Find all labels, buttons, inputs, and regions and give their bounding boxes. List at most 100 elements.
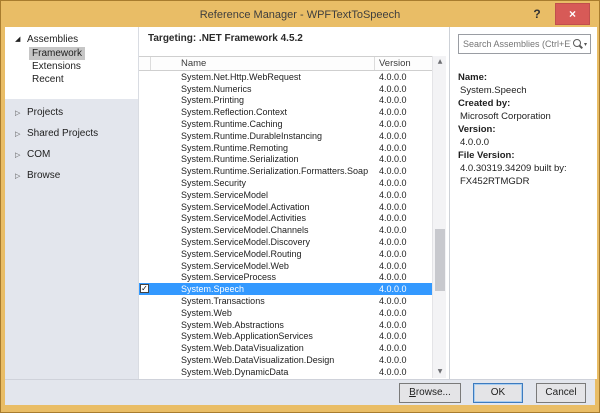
assembly-name: System.Runtime.Caching bbox=[181, 119, 283, 130]
sidebar-item-browse[interactable]: ▷ Browse bbox=[5, 165, 138, 186]
table-row[interactable]: System.Transactions 4.0.0.0 bbox=[139, 295, 432, 307]
header-name-column[interactable]: Name bbox=[151, 57, 375, 70]
table-row[interactable]: System.ServiceModel 4.0.0.0 bbox=[139, 189, 432, 201]
table-row[interactable]: System.Security 4.0.0.0 bbox=[139, 177, 432, 189]
table-row[interactable]: System.ServiceModel.Discovery 4.0.0.0 bbox=[139, 236, 432, 248]
table-row[interactable]: System.Runtime.DurableInstancing 4.0.0.0 bbox=[139, 130, 432, 142]
row-checkbox-cell bbox=[139, 130, 151, 142]
search-input[interactable] bbox=[459, 39, 571, 49]
table-row[interactable]: System.Web.Abstractions 4.0.0.0 bbox=[139, 319, 432, 331]
scroll-up-icon[interactable]: ▲ bbox=[433, 56, 447, 68]
detail-value: 4.0.30319.34209 built by: FX452RTMGDR bbox=[460, 163, 567, 187]
table-row[interactable]: System.Web.DataVisualization.Design 4.0.0… bbox=[139, 354, 432, 366]
table-row[interactable]: System.Runtime.Serialization 4.0.0.0 bbox=[139, 154, 432, 166]
table-row[interactable]: System.Web 4.0.0.0 bbox=[139, 307, 432, 319]
assembly-checkbox[interactable]: ✓ bbox=[140, 284, 149, 294]
table-row[interactable]: System.Web.ApplicationServices 4.0.0.0 bbox=[139, 331, 432, 343]
assembly-name: System.Web.DataVisualization bbox=[181, 343, 304, 354]
row-checkbox-cell: ✓ bbox=[139, 283, 151, 295]
chevron-collapsed-icon[interactable]: ▷ bbox=[15, 109, 27, 117]
table-row[interactable]: System.Web.DataVisualization 4.0.0.0 bbox=[139, 342, 432, 354]
chevron-expanded-icon[interactable]: ◢ bbox=[15, 35, 27, 43]
assembly-version: 4.0.0.0 bbox=[379, 95, 407, 106]
assembly-version: 4.0.0.0 bbox=[379, 154, 407, 165]
sidebar-item-com[interactable]: ▷ COM bbox=[5, 144, 138, 165]
search-icon[interactable] bbox=[571, 38, 583, 50]
sidebar-item-extensions[interactable]: Extensions bbox=[29, 60, 138, 73]
table-row[interactable]: System.ServiceModel.Channels 4.0.0.0 bbox=[139, 224, 432, 236]
table-row[interactable]: System.Net.Http.WebRequest 4.0.0.0 bbox=[139, 71, 432, 83]
assembly-version: 4.0.0.0 bbox=[379, 201, 407, 212]
sidebar-collapsed-list: ▷ Projects ▷ Shared Projects ▷ COM ▷ Browse bbox=[5, 102, 138, 186]
dialog-content: ◢ Assemblies Framework Extensions Recent ▷ Pro… bbox=[5, 27, 597, 379]
sidebar-group-assemblies: ◢ Assemblies Framework Extensions Recent bbox=[5, 27, 138, 99]
row-checkbox-cell bbox=[139, 354, 151, 366]
assembly-version: 4.0.0.0 bbox=[379, 343, 407, 354]
window-frame: Reference Manager - WPFTextToSpeech ? × … bbox=[0, 0, 600, 413]
table-row[interactable]: System.Runtime.Serialization.Formatters.… bbox=[139, 165, 432, 177]
table-row[interactable]: System.Numerics 4.0.0.0 bbox=[139, 83, 432, 95]
search-box: ▾ bbox=[458, 34, 591, 54]
assembly-version: 4.0.0.0 bbox=[379, 130, 407, 141]
table-row[interactable]: System.ServiceModel.Web 4.0.0.0 bbox=[139, 260, 432, 272]
title-bar[interactable]: Reference Manager - WPFTextToSpeech ? × bbox=[3, 3, 597, 27]
help-button[interactable]: ? bbox=[529, 7, 545, 25]
header-version-column[interactable]: Version bbox=[375, 57, 432, 70]
table-row[interactable]: System.Runtime.Caching 4.0.0.0 bbox=[139, 118, 432, 130]
list-header: Name Version bbox=[139, 56, 432, 71]
scroll-down-icon[interactable]: ▼ bbox=[433, 366, 447, 378]
assembly-name: System.Net.Http.WebRequest bbox=[181, 71, 301, 82]
row-checkbox-cell bbox=[139, 236, 151, 248]
assembly-name: System.Web.Abstractions bbox=[181, 319, 284, 330]
row-checkbox-cell bbox=[139, 189, 151, 201]
assembly-name: System.Transactions bbox=[181, 296, 265, 307]
assembly-name: System.Web.ApplicationServices bbox=[181, 331, 313, 342]
browse-button[interactable]: Browse... bbox=[399, 383, 461, 403]
table-row[interactable]: System.Runtime.Remoting 4.0.0.0 bbox=[139, 142, 432, 154]
table-row[interactable]: System.ServiceModel.Activation 4.0.0.0 bbox=[139, 201, 432, 213]
assembly-name: System.ServiceModel.Activation bbox=[181, 201, 310, 212]
assembly-version: 4.0.0.0 bbox=[379, 366, 407, 377]
window-title: Reference Manager - WPFTextToSpeech bbox=[199, 9, 401, 21]
assembly-version: 4.0.0.0 bbox=[379, 83, 407, 94]
ok-button[interactable]: OK bbox=[473, 383, 523, 403]
sidebar-item-assemblies[interactable]: ◢ Assemblies bbox=[5, 31, 138, 47]
sidebar-item-label: Recent bbox=[32, 74, 64, 85]
table-row[interactable]: System.ServiceProcess 4.0.0.0 bbox=[139, 272, 432, 284]
row-checkbox-cell bbox=[139, 366, 151, 378]
table-row[interactable]: System.Printing 4.0.0.0 bbox=[139, 95, 432, 107]
sidebar-item-framework[interactable]: Framework bbox=[29, 47, 138, 60]
table-row[interactable]: System.Reflection.Context 4.0.0.0 bbox=[139, 106, 432, 118]
assembly-name: System.ServiceModel.Activities bbox=[181, 213, 307, 224]
sidebar-item-shared-projects[interactable]: ▷ Shared Projects bbox=[5, 123, 138, 144]
table-row[interactable]: System.ServiceModel.Activities 4.0.0.0 bbox=[139, 213, 432, 225]
table-row[interactable]: System.Web.DynamicData 4.0.0.0 bbox=[139, 366, 432, 378]
sidebar-item-label: Projects bbox=[27, 107, 64, 118]
category-sidebar: ◢ Assemblies Framework Extensions Recent ▷ Pro… bbox=[5, 27, 138, 379]
assembly-version: 4.0.0.0 bbox=[379, 272, 407, 283]
chevron-down-icon[interactable]: ▾ bbox=[584, 41, 587, 48]
row-checkbox-cell bbox=[139, 71, 151, 83]
chevron-collapsed-icon[interactable]: ▷ bbox=[15, 151, 27, 159]
assembly-version: 4.0.0.0 bbox=[379, 260, 407, 271]
row-checkbox-cell bbox=[139, 83, 151, 95]
assembly-name: System.Numerics bbox=[181, 83, 252, 94]
scrollbar-thumb[interactable] bbox=[435, 229, 445, 291]
detail-label: File Version: bbox=[458, 150, 515, 161]
chevron-collapsed-icon[interactable]: ▷ bbox=[15, 172, 27, 180]
assembly-name: System.Runtime.Serialization.Formatters.… bbox=[181, 166, 369, 177]
close-button[interactable]: × bbox=[555, 3, 590, 25]
sidebar-item-recent[interactable]: Recent bbox=[29, 73, 138, 86]
sidebar-item-projects[interactable]: ▷ Projects bbox=[5, 102, 138, 123]
cancel-button-label: Cancel bbox=[545, 387, 577, 398]
vertical-scrollbar[interactable]: ▲ ▼ bbox=[432, 56, 446, 378]
cancel-button[interactable]: Cancel bbox=[536, 383, 586, 403]
header-checkbox-column bbox=[139, 57, 151, 70]
chevron-collapsed-icon[interactable]: ▷ bbox=[15, 130, 27, 138]
assembly-name: System.ServiceModel.Routing bbox=[181, 248, 302, 259]
table-row[interactable]: System.ServiceModel.Routing 4.0.0.0 bbox=[139, 248, 432, 260]
table-row[interactable]: ✓ System.Speech 4.0.0.0 bbox=[139, 283, 432, 296]
row-checkbox-cell bbox=[139, 142, 151, 154]
row-checkbox-cell bbox=[139, 106, 151, 118]
assembly-name: System.Web.DataVisualization.Design bbox=[181, 355, 335, 366]
